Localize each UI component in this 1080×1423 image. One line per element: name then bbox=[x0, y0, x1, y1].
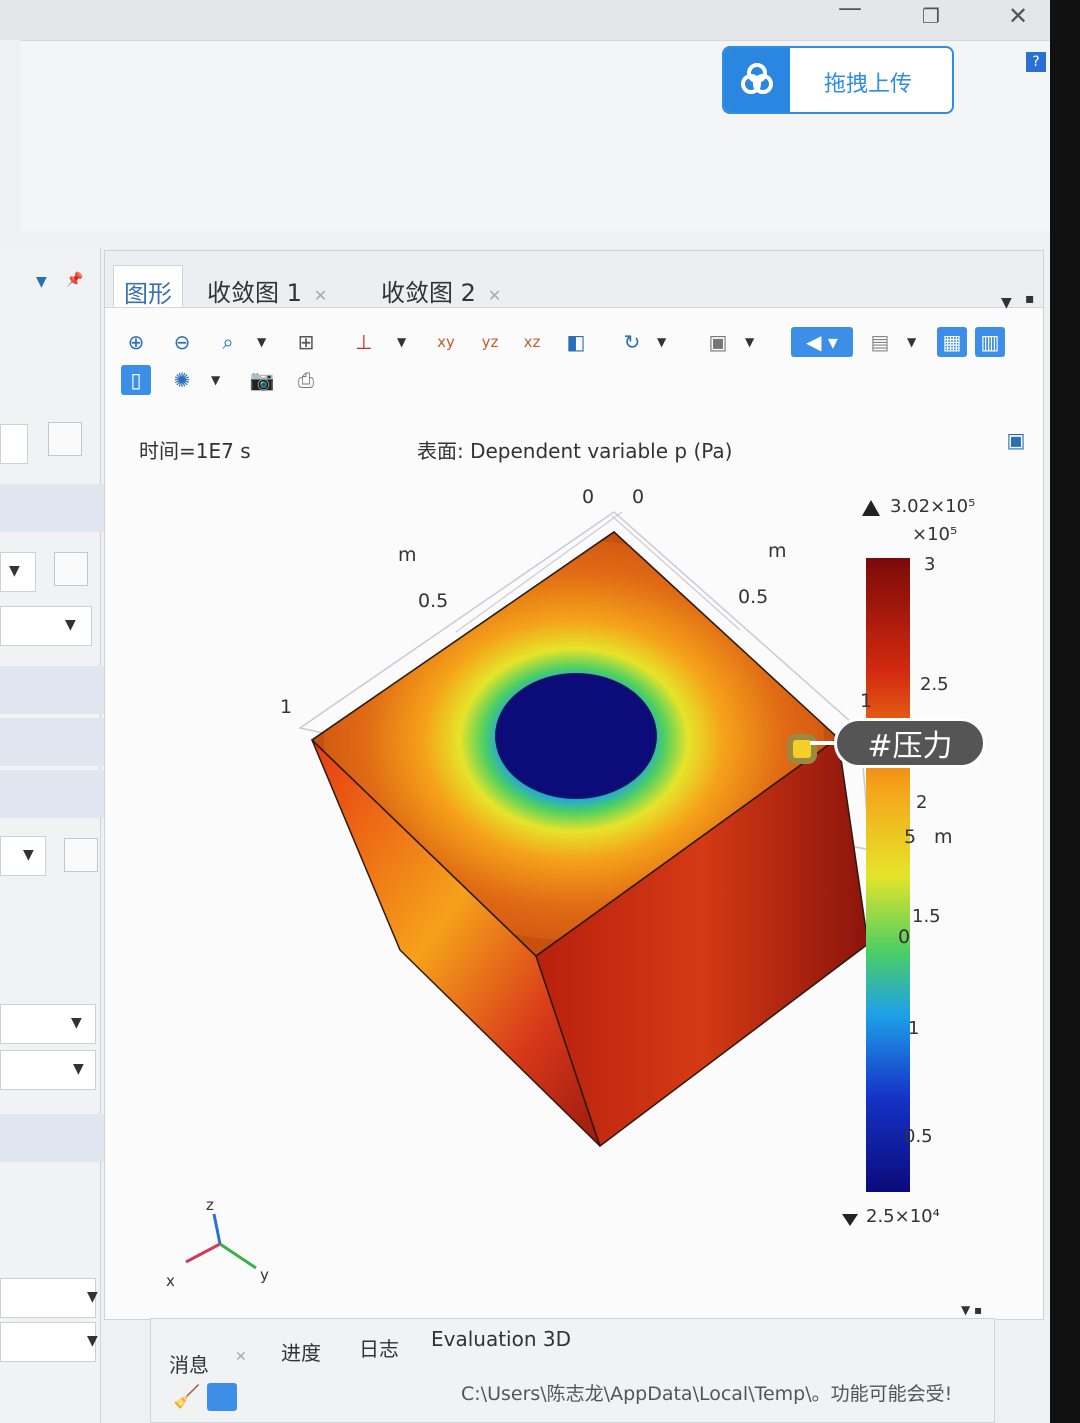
tab-messages[interactable]: 消息 bbox=[169, 1349, 209, 1378]
triad-z-label: z bbox=[206, 1196, 214, 1214]
annotation-dot[interactable] bbox=[787, 734, 817, 764]
axis-tick-label: 0 bbox=[898, 926, 911, 948]
axis-tick-label: 0 bbox=[632, 486, 645, 508]
borehole bbox=[495, 673, 657, 799]
axis-tick-label: 0.5 bbox=[418, 590, 449, 612]
min-arrow-icon bbox=[842, 1214, 858, 1226]
triad-y-label: y bbox=[260, 1266, 269, 1284]
colorbar-min-label: 2.5×10⁴ bbox=[866, 1206, 940, 1227]
pressure-tag[interactable]: #压力 bbox=[834, 718, 986, 768]
tab-log[interactable]: 日志 bbox=[359, 1333, 399, 1362]
colorbar-tick-label: 0.5 bbox=[904, 1126, 933, 1147]
tab-evaluation-3d[interactable]: Evaluation 3D bbox=[431, 1327, 571, 1351]
colorbar-tick-label: 3 bbox=[924, 554, 936, 575]
axis-unit-label: m bbox=[398, 544, 417, 566]
axis-tick-label: 0 bbox=[582, 486, 595, 508]
triad-x-label: x bbox=[166, 1272, 175, 1290]
panel-menu-arrow-icon[interactable]: ▼ ▪ bbox=[961, 1303, 982, 1317]
annotation-connector bbox=[810, 741, 836, 745]
colorbar-tick-label: 1 bbox=[908, 1018, 920, 1039]
messages-settings-icon[interactable] bbox=[207, 1383, 237, 1411]
colorbar-tick-label: 2.5 bbox=[920, 674, 949, 695]
colorbar-scale-label: ×10⁵ bbox=[912, 524, 958, 545]
colorbar bbox=[866, 558, 910, 1192]
message-path-text: C:\Users\陈志龙\AppData\Local\Temp\。功能可能会受! bbox=[461, 1383, 953, 1405]
close-tab-icon[interactable]: ✕ bbox=[235, 1349, 247, 1365]
axis-tick-label: 0.5 bbox=[738, 586, 769, 608]
axis-tick-label: 1 bbox=[280, 696, 293, 718]
axis-triad bbox=[185, 1213, 257, 1270]
colorbar-tick-label: 1.5 bbox=[912, 906, 941, 927]
colorbar-max-label: 3.02×10⁵ bbox=[890, 496, 976, 517]
screen: — ❐ ✕ 拖拽上传 ? ▼ 📌 ▼ ▼ ▼ ▼ ▼ ▼ ▼ 图形 收敛图 1 … bbox=[0, 0, 1050, 1423]
colorbar-tick-label: 2 bbox=[916, 792, 928, 813]
axis-unit-label: m bbox=[934, 826, 953, 848]
clear-icon[interactable]: 🧹 bbox=[173, 1385, 200, 1410]
monitor-bezel bbox=[1050, 0, 1080, 1423]
messages-panel: 消息 ✕ 进度 日志 Evaluation 3D ▼ ▪ 🧹 C:\Users\… bbox=[150, 1303, 995, 1423]
axis-tick-label: 5 bbox=[904, 826, 917, 848]
axis-unit-label: m bbox=[768, 540, 787, 562]
axis-tick-label: 1 bbox=[860, 690, 873, 712]
tab-progress[interactable]: 进度 bbox=[281, 1337, 321, 1366]
max-arrow-icon bbox=[862, 500, 880, 516]
